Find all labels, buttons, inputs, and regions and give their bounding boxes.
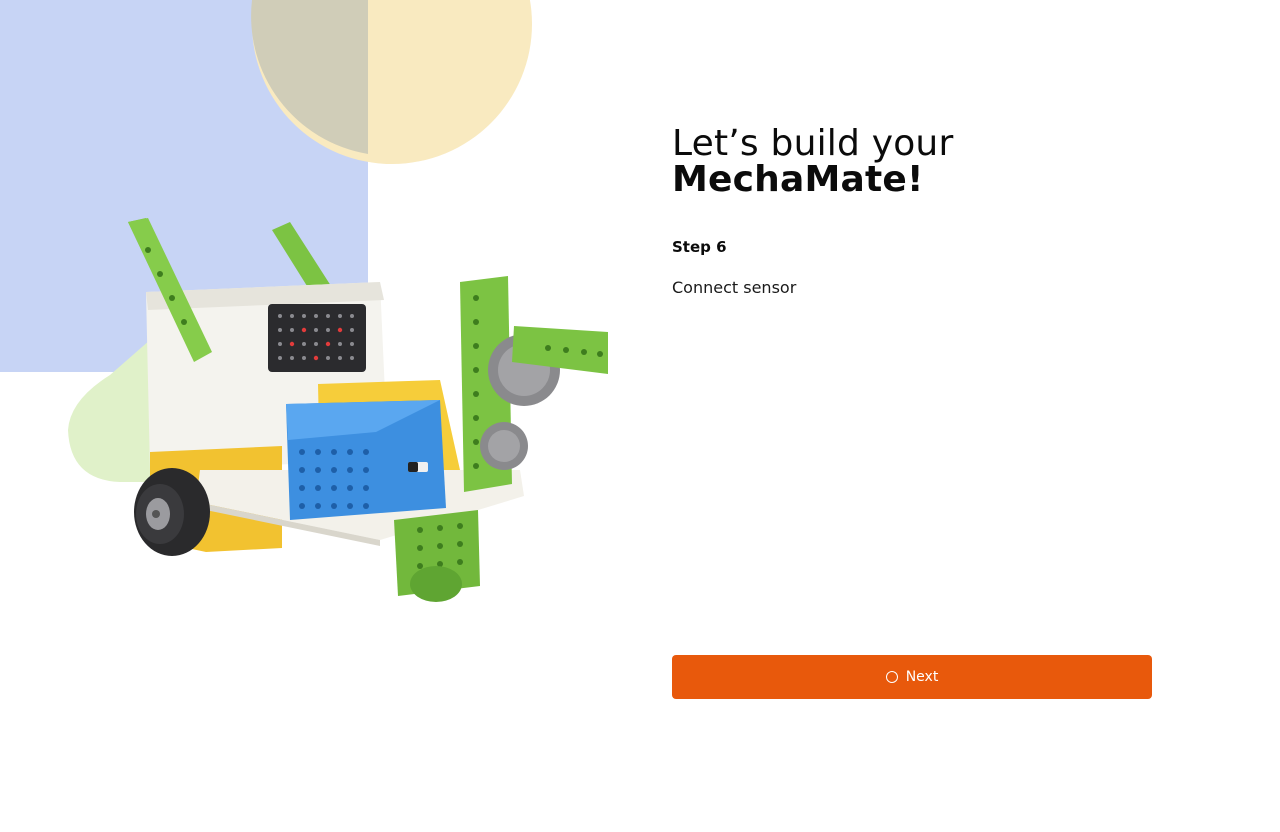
page: Let’s build your MechaMate! Step 6 Conne… <box>0 0 1280 832</box>
next-button[interactable]: Next <box>672 655 1152 699</box>
circle-icon <box>885 671 898 683</box>
step-description: Connect sensor <box>672 278 797 297</box>
step-number: Step 6 <box>672 238 727 256</box>
robot-illustration <box>0 0 608 602</box>
next-button-label: Next <box>905 669 939 685</box>
title-line-2: MechaMate! <box>672 159 924 200</box>
title-line-1: Let’s build your <box>672 123 954 164</box>
step-panel: Let’s build your MechaMate! Step 6 Conne… <box>672 126 1152 298</box>
page-title: Let’s build your MechaMate! <box>672 126 1152 198</box>
build-illustration <box>0 0 640 832</box>
